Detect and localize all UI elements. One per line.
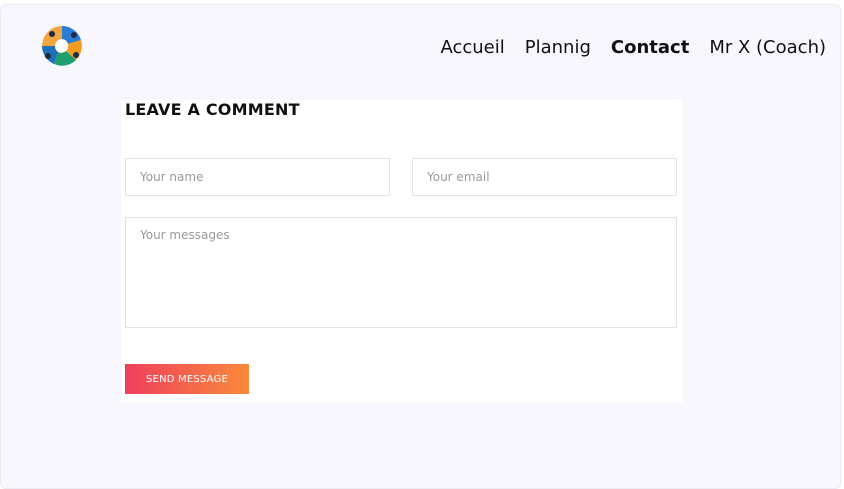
send-message-button[interactable]: SEND MESSAGE: [125, 364, 249, 394]
message-textarea[interactable]: [125, 217, 677, 328]
name-input[interactable]: [125, 158, 390, 196]
nav-item-accueil[interactable]: Accueil: [440, 37, 504, 58]
comment-form-card: LEAVE A COMMENT SEND MESSAGE: [121, 100, 683, 403]
nav-item-contact[interactable]: Contact: [611, 37, 689, 58]
nav-item-plannig[interactable]: Plannig: [525, 37, 591, 58]
form-title: LEAVE A COMMENT: [125, 100, 300, 119]
main-nav: Accueil Plannig Contact Mr X (Coach): [440, 37, 826, 58]
nav-item-coach[interactable]: Mr X (Coach): [709, 37, 826, 58]
page-container: Accueil Plannig Contact Mr X (Coach) LEA…: [0, 4, 841, 489]
email-input[interactable]: [412, 158, 677, 196]
logo-icon[interactable]: [38, 22, 86, 70]
